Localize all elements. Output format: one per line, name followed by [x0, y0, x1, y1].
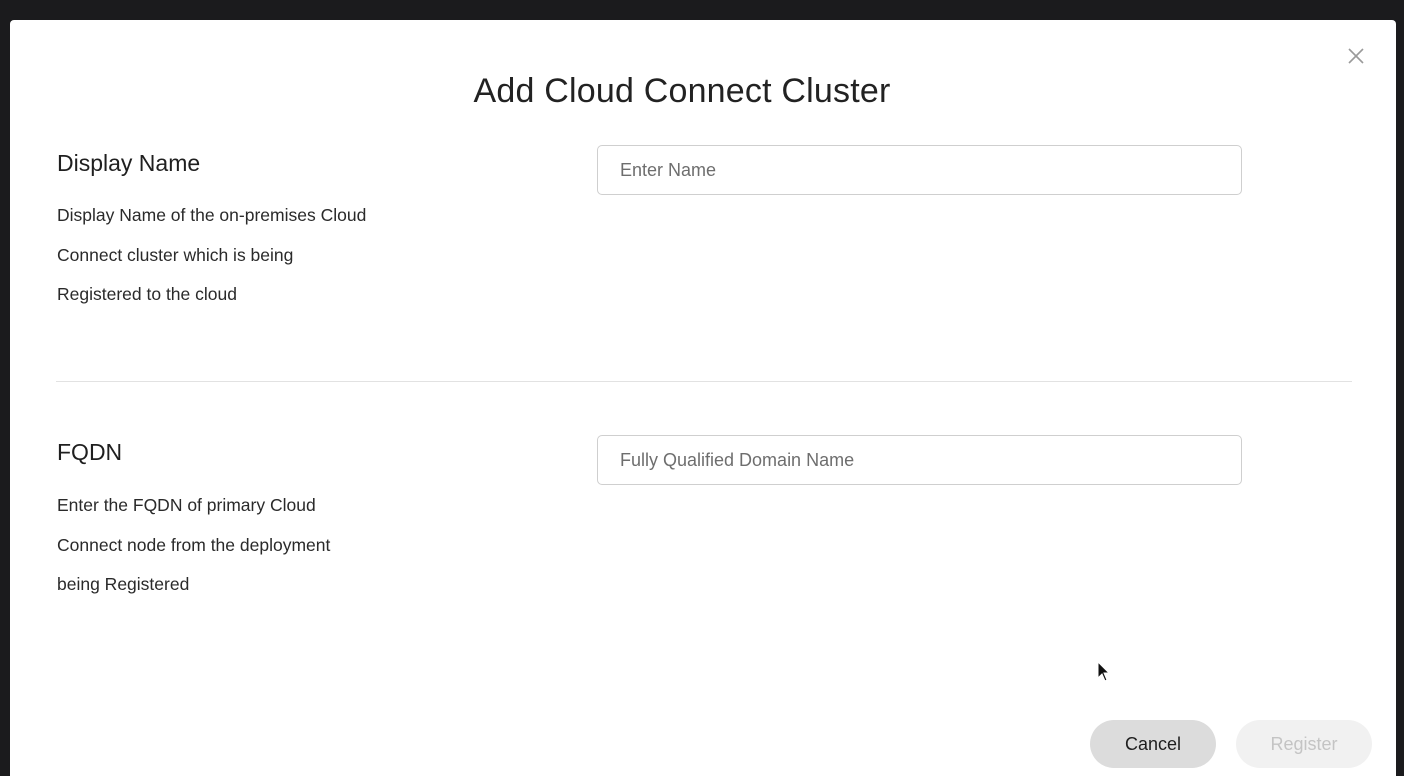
display-name-description-line: Registered to the cloud [57, 284, 237, 304]
display-name-heading: Display Name [57, 150, 201, 176]
fqdn-description-line: Enter the FQDN of primary Cloud [57, 495, 316, 515]
dialog-title: Add Cloud Connect Cluster [473, 72, 891, 110]
register-button[interactable]: Register [1236, 720, 1372, 768]
fqdn-heading: FQDN [57, 439, 123, 465]
display-name-input[interactable] [597, 145, 1242, 195]
display-name-description-line: Connect cluster which is being [57, 244, 294, 265]
display-name-description-line: Display Name of the on-premises Cloud [57, 205, 367, 225]
add-cluster-dialog: Add Cloud Connect Cluster Display Name D… [10, 20, 1396, 776]
section-divider [56, 381, 1352, 382]
fqdn-description: Enter the FQDN of primary Cloud Connect … [57, 486, 497, 605]
fqdn-description-line: being Registered [57, 574, 190, 594]
fqdn-description-line: Connect node from the deployment [57, 534, 331, 555]
fqdn-input[interactable] [597, 435, 1242, 485]
mouse-pointer-icon [1097, 660, 1111, 683]
cancel-button[interactable]: Cancel [1090, 720, 1216, 768]
close-icon[interactable] [1346, 46, 1366, 66]
display-name-description: Display Name of the on-premises Cloud Co… [57, 196, 497, 315]
